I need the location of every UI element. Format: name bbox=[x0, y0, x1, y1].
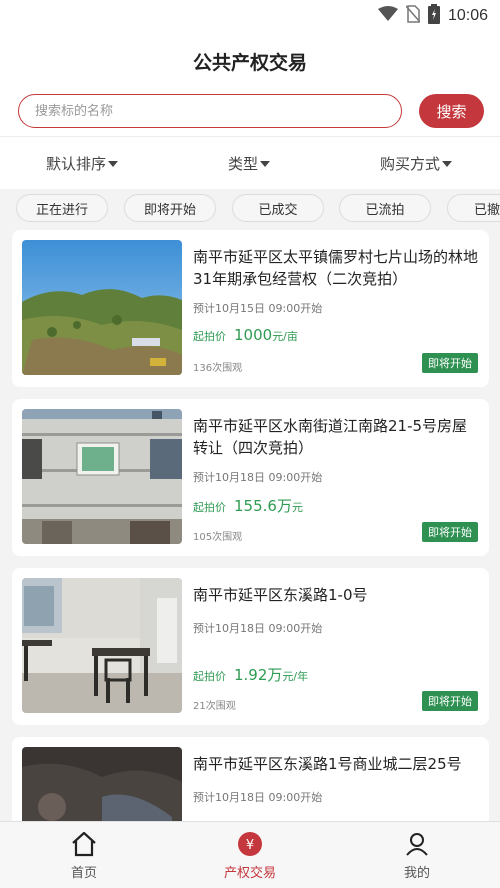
home-icon bbox=[70, 830, 98, 858]
price-unit: 元 bbox=[291, 501, 303, 514]
no-sim-icon bbox=[405, 5, 421, 27]
view-count: 136次围观 bbox=[193, 363, 243, 374]
listing-card[interactable]: 南平市延平区东溪路1号商业城二层25号 预计10月18日 09:00开始 bbox=[12, 737, 489, 821]
price-label: 起拍价 bbox=[193, 330, 226, 343]
sort-purchase-method-label: 购买方式 bbox=[380, 155, 441, 173]
yen-icon: ¥ bbox=[236, 830, 264, 858]
tab-upcoming[interactable]: 即将开始 bbox=[124, 194, 216, 222]
listing-price: 起拍价 1000 元/亩 bbox=[193, 326, 298, 344]
listing-thumbnail bbox=[22, 409, 182, 544]
price-value: 155.6万 bbox=[234, 497, 292, 515]
search-button[interactable]: 搜索 bbox=[419, 94, 484, 128]
listing-price: 起拍价 1.92万 元/年 bbox=[193, 664, 308, 685]
listing-title: 南平市延平区东溪路1-0号 bbox=[193, 586, 368, 604]
listing-title: 南平市延平区太平镇儒罗村七片山场的林地31年期承包经营权（二次竞拍） bbox=[193, 248, 479, 288]
listing-thumbnail bbox=[22, 747, 182, 821]
price-unit: 元/亩 bbox=[272, 330, 298, 343]
listing-title: 南平市延平区水南街道江南路21-5号房屋转让（四次竞拍） bbox=[193, 417, 468, 457]
price-unit: 元/年 bbox=[282, 670, 309, 683]
listing-thumbnail bbox=[22, 240, 182, 375]
caret-down-icon bbox=[260, 160, 271, 167]
clock-time: 10:06 bbox=[447, 7, 488, 24]
sort-default-label: 默认排序 bbox=[46, 155, 107, 173]
sort-type-label: 类型 bbox=[228, 155, 259, 173]
sort-purchase-method[interactable]: 购买方式 bbox=[380, 153, 453, 174]
listing-thumbnail bbox=[22, 578, 182, 713]
listing-card[interactable]: 南平市延平区水南街道江南路21-5号房屋转让（四次竞拍） 预计10月18日 09… bbox=[12, 399, 489, 556]
nav-home-label: 首页 bbox=[70, 866, 97, 881]
tab-sold[interactable]: 已成交 bbox=[232, 194, 324, 222]
listing-price: 起拍价 155.6万 元 bbox=[193, 495, 303, 516]
caret-down-icon bbox=[442, 160, 453, 167]
status-bar: 10:06 bbox=[0, 0, 500, 30]
tab-in-progress[interactable]: 正在进行 bbox=[16, 194, 108, 222]
listing-card[interactable]: 南平市延平区东溪路1-0号 预计10月18日 09:00开始 起拍价 1.92万… bbox=[12, 568, 489, 725]
view-count: 21次围观 bbox=[193, 701, 236, 712]
tab-unsold[interactable]: 已流拍 bbox=[339, 194, 431, 222]
bottom-nav: 首页 ¥ 产权交易 我的 bbox=[0, 821, 500, 888]
search-input[interactable] bbox=[18, 94, 402, 128]
nav-profile-label: 我的 bbox=[403, 866, 430, 881]
listing-list: 南平市延平区太平镇儒罗村七片山场的林地31年期承包经营权（二次竞拍） 预计10月… bbox=[0, 229, 500, 821]
price-value: 1000 bbox=[234, 326, 273, 344]
listing-start-time: 预计10月18日 09:00开始 bbox=[193, 622, 323, 635]
tab-withdrawn[interactable]: 已撤 bbox=[447, 194, 500, 222]
nav-profile[interactable]: 我的 bbox=[357, 822, 477, 888]
listing-card[interactable]: 南平市延平区太平镇儒罗村七片山场的林地31年期承包经营权（二次竞拍） 预计10月… bbox=[12, 230, 489, 387]
listing-start-time: 预计10月18日 09:00开始 bbox=[193, 791, 323, 804]
nav-property-trading-label: 产权交易 bbox=[223, 866, 276, 881]
listing-start-time: 预计10月15日 09:00开始 bbox=[193, 302, 323, 315]
user-icon bbox=[403, 830, 431, 858]
page-title: 公共产权交易 bbox=[192, 52, 307, 74]
view-count: 105次围观 bbox=[193, 532, 243, 543]
wifi-icon bbox=[377, 6, 398, 26]
price-label: 起拍价 bbox=[193, 501, 226, 514]
listing-title: 南平市延平区东溪路1号商业城二层25号 bbox=[193, 755, 462, 773]
nav-property-trading[interactable]: ¥ 产权交易 bbox=[190, 822, 310, 888]
status-badge: 即将开始 bbox=[422, 691, 478, 711]
sort-bar: 默认排序 类型 购买方式 bbox=[0, 137, 500, 189]
nav-home[interactable]: 首页 bbox=[24, 822, 144, 888]
header: 公共产权交易 bbox=[0, 30, 500, 90]
status-badge: 即将开始 bbox=[422, 522, 478, 542]
sort-default[interactable]: 默认排序 bbox=[46, 153, 119, 174]
listing-start-time: 预计10月18日 09:00开始 bbox=[193, 471, 323, 484]
status-tabs: 正在进行 即将开始 已成交 已流拍 已撤 bbox=[0, 189, 500, 229]
status-badge: 即将开始 bbox=[422, 353, 478, 373]
price-value: 1.92万 bbox=[234, 666, 283, 684]
search-row: 搜索 bbox=[0, 90, 500, 136]
caret-down-icon bbox=[108, 160, 119, 167]
battery-icon bbox=[427, 4, 440, 28]
svg-text:¥: ¥ bbox=[246, 838, 254, 853]
sort-type[interactable]: 类型 bbox=[228, 153, 271, 174]
price-label: 起拍价 bbox=[193, 670, 226, 683]
